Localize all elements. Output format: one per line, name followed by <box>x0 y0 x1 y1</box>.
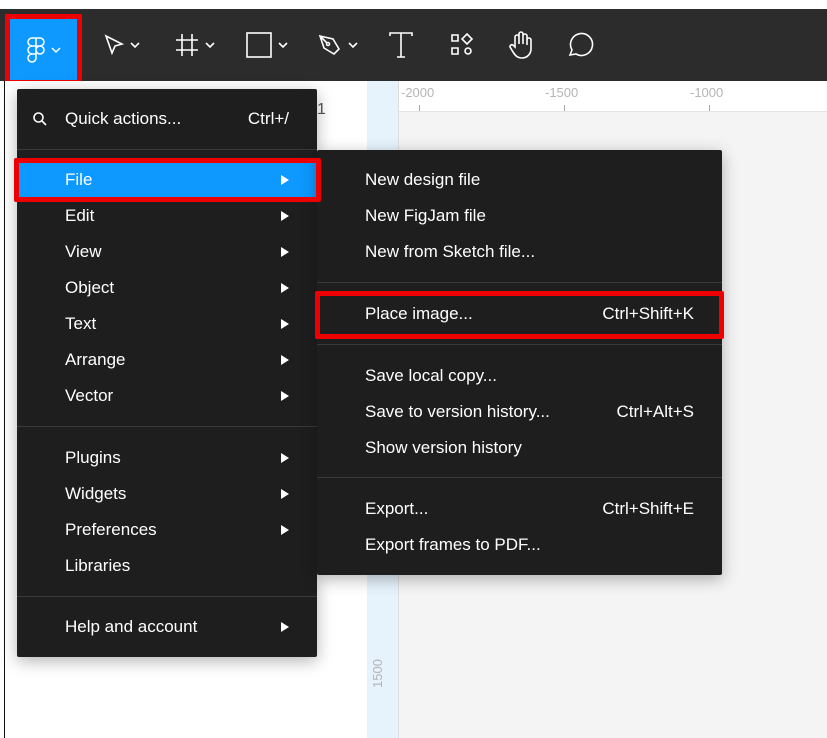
menu-item-label: Text <box>65 314 97 333</box>
menu-item-label: Plugins <box>65 448 121 467</box>
move-tool[interactable] <box>104 9 140 81</box>
menu-item-label: Quick actions... <box>65 109 182 128</box>
shortcut: Ctrl+Alt+S <box>616 402 694 421</box>
shortcut: Ctrl+/ <box>247 109 289 128</box>
ruler-label: -1000 <box>690 85 724 100</box>
chevron-down-icon <box>348 42 358 48</box>
menu-item-new-figjam-file[interactable]: New FigJam file <box>317 198 722 234</box>
chevron-down-icon <box>130 42 140 48</box>
ruler-tick <box>419 105 420 111</box>
shape-tool[interactable] <box>246 9 288 81</box>
main-menu: Quick actions... Ctrl+/ File Edit View O… <box>17 89 317 657</box>
submenu-arrow-icon <box>281 525 289 535</box>
menu-item-label: Export frames to PDF... <box>365 535 541 554</box>
menu-item-label: File <box>65 170 93 189</box>
submenu-arrow-icon <box>281 391 289 401</box>
menu-item-view[interactable]: View <box>17 234 317 270</box>
search-icon <box>33 112 47 126</box>
menu-item-widgets[interactable]: Widgets <box>17 476 317 512</box>
file-submenu: New design file New FigJam file New from… <box>317 150 722 575</box>
menu-item-label: New FigJam file <box>365 206 486 225</box>
menu-item-label: Save to version history... <box>365 402 550 421</box>
menu-item-label: Preferences <box>65 520 157 539</box>
menu-item-file[interactable]: File <box>17 162 317 198</box>
chevron-down-icon <box>205 42 215 48</box>
menu-item-label: Object <box>65 278 115 297</box>
frame-icon <box>176 34 198 56</box>
hand-icon <box>509 31 532 59</box>
chevron-down-icon <box>278 42 288 48</box>
main-menu-button[interactable] <box>5 14 82 85</box>
chevron-down-icon <box>50 46 61 53</box>
menu-item-vector[interactable]: Vector <box>17 378 317 414</box>
menu-item-label: New design file <box>365 170 481 189</box>
horizontal-ruler: -2000 -1500 -1000 <box>399 81 827 112</box>
submenu-arrow-icon <box>281 211 289 221</box>
ruler-label: 1500 <box>369 659 385 688</box>
menu-item-export-pdf[interactable]: Export frames to PDF... <box>317 527 722 563</box>
menu-item-save-local-copy[interactable]: Save local copy... <box>317 358 722 394</box>
menu-item-new-from-sketch[interactable]: New from Sketch file... <box>317 234 722 270</box>
submenu-arrow-icon <box>281 622 289 632</box>
menu-item-plugins[interactable]: Plugins <box>17 440 317 476</box>
menu-item-place-image[interactable]: Place image... Ctrl+Shift+K <box>317 296 722 332</box>
menu-item-object[interactable]: Object <box>17 270 317 306</box>
ruler-tick <box>564 105 565 111</box>
menu-item-label: Arrange <box>65 350 126 369</box>
menu-item-label: Libraries <box>65 556 131 575</box>
submenu-arrow-icon <box>281 355 289 365</box>
menu-item-text[interactable]: Text <box>17 306 317 342</box>
menu-item-label: Place image... <box>365 304 473 323</box>
submenu-arrow-icon <box>281 247 289 257</box>
text-tool[interactable] <box>389 9 413 81</box>
hand-tool[interactable] <box>507 9 535 81</box>
menu-item-label: New from Sketch file... <box>365 242 536 261</box>
submenu-arrow-icon <box>281 489 289 499</box>
ruler-label: -2000 <box>401 85 435 100</box>
pen-icon <box>318 34 341 56</box>
menu-item-export[interactable]: Export... Ctrl+Shift+E <box>317 491 722 527</box>
resources-icon <box>451 33 474 55</box>
rectangle-icon <box>246 32 272 58</box>
menu-item-label: Vector <box>65 386 114 405</box>
submenu-arrow-icon <box>281 283 289 293</box>
ruler-tick <box>709 105 710 111</box>
menu-item-quick-actions[interactable]: Quick actions... Ctrl+/ <box>17 101 317 137</box>
menu-item-label: Show version history <box>365 438 522 457</box>
toolbar <box>0 9 827 85</box>
menu-item-label: Save local copy... <box>365 366 497 385</box>
comment-tool[interactable] <box>566 9 594 81</box>
menu-item-help[interactable]: Help and account <box>17 609 317 645</box>
submenu-arrow-icon <box>281 319 289 329</box>
comment-icon <box>568 32 594 57</box>
shortcut: Ctrl+Shift+E <box>602 499 694 518</box>
resources-tool[interactable] <box>450 9 474 81</box>
submenu-arrow-icon <box>281 175 289 185</box>
menu-item-label: Edit <box>65 206 95 225</box>
menu-item-preferences[interactable]: Preferences <box>17 512 317 548</box>
menu-item-label: View <box>65 242 102 261</box>
menu-item-new-design-file[interactable]: New design file <box>317 162 722 198</box>
menu-item-show-version-history[interactable]: Show version history <box>317 430 722 466</box>
menu-item-label: Widgets <box>65 484 127 503</box>
menu-item-libraries[interactable]: Libraries <box>17 548 317 584</box>
shortcut: Ctrl+Shift+K <box>602 304 694 323</box>
menu-item-label: Help and account <box>65 617 198 636</box>
menu-item-save-version-history[interactable]: Save to version history... Ctrl+Alt+S <box>317 394 722 430</box>
submenu-arrow-icon <box>281 453 289 463</box>
pen-tool[interactable] <box>318 9 358 81</box>
menu-item-arrange[interactable]: Arrange <box>17 342 317 378</box>
menu-item-label: Export... <box>365 499 429 518</box>
text-icon <box>389 32 413 58</box>
menu-item-edit[interactable]: Edit <box>17 198 317 234</box>
frame-tool[interactable] <box>175 9 215 81</box>
figma-logo-icon <box>26 36 45 63</box>
page-selector[interactable]: 1 <box>317 101 326 119</box>
ruler-label: -1500 <box>545 85 579 100</box>
cursor-icon <box>104 34 124 56</box>
